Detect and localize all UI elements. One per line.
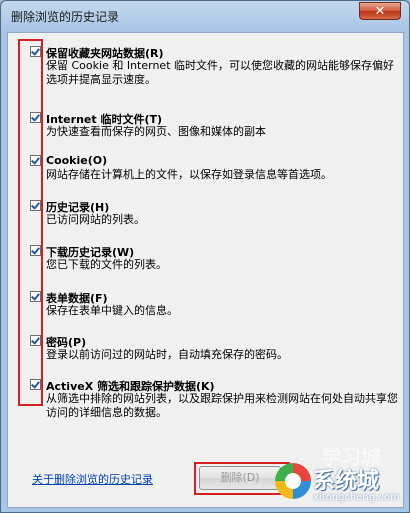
delete-history-dialog: 删除浏览的历史记录 ✕ 保留收藏夹网站数据(R) 保留 Cookie 和 Int… — [0, 0, 410, 513]
option-description: 为快速查看而保存的网页、图像和媒体的副本 — [46, 125, 266, 138]
watermark-logo-icon — [275, 463, 311, 499]
checkbox-highlight-box — [18, 39, 43, 406]
watermark: 学习城 系统城 xitongcheng.com — [275, 441, 403, 511]
window-title: 删除浏览的历史记录 — [11, 10, 120, 24]
option-description: 您已下载的文件的列表。 — [46, 258, 167, 271]
option-description: 已访问网站的列表。 — [46, 213, 145, 226]
close-button[interactable]: ✕ — [359, 2, 401, 20]
close-icon: ✕ — [374, 4, 386, 19]
about-delete-history-link[interactable]: 关于删除浏览的历史记录 — [32, 471, 153, 487]
option-description: 保留 Cookie 和 Internet 临时文件，可以使您收藏的网站能够保存偏… — [46, 59, 394, 86]
option-description: 网站存储在计算机上的文件，以保存如登录信息等首选项。 — [46, 168, 332, 181]
dialog-content: 保留收藏夹网站数据(R) 保留 Cookie 和 Internet 临时文件，可… — [7, 32, 404, 508]
watermark-brand: 系统城 — [313, 469, 380, 494]
option-description: 从筛选中排除的网站列表，以及跟踪保护用来检测网站在何处自动共享您访问的详细信息的… — [46, 392, 398, 419]
watermark-url: xitongcheng.com — [313, 492, 400, 503]
delete-button[interactable]: 删除(D) — [199, 466, 281, 490]
option-title: Cookie(O) — [46, 154, 108, 167]
title-bar: 删除浏览的历史记录 ✕ — [1, 1, 409, 31]
option-description: 保存在表单中键入的信息。 — [46, 304, 178, 317]
option-description: 登录以前访问过的网站时，自动填充保存的密码。 — [46, 348, 288, 361]
